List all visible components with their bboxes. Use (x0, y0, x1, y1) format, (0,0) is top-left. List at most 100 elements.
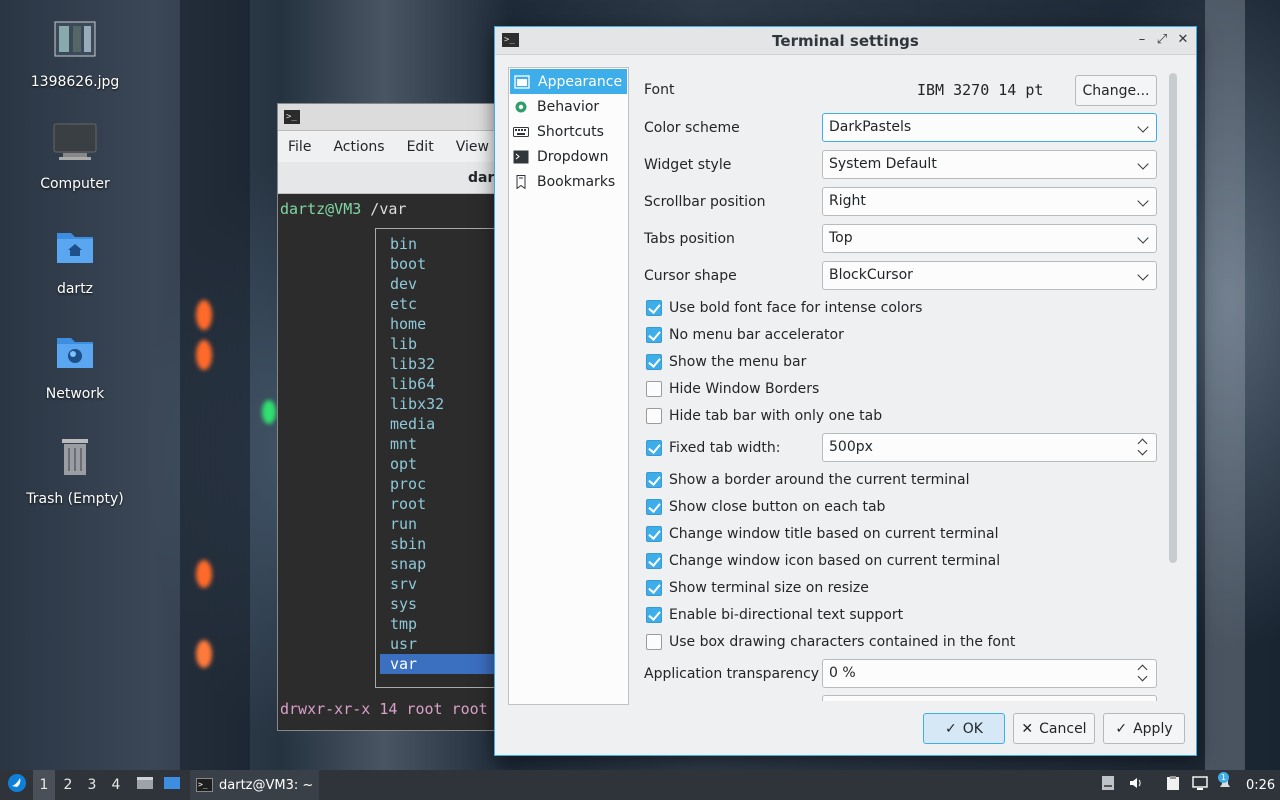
checkbox-box[interactable] (646, 526, 662, 542)
checkbox-box[interactable] (646, 472, 662, 488)
menu-edit[interactable]: Edit (407, 139, 434, 155)
completion-item[interactable]: boot (376, 254, 506, 274)
dialog-titlebar[interactable]: >_ Terminal settings – ⤢ ✕ (495, 27, 1196, 55)
chevron-down-icon[interactable] (1137, 445, 1148, 456)
desktop-icon-trash[interactable]: Trash (Empty) (15, 437, 135, 507)
minimize-icon[interactable]: – (1133, 31, 1151, 49)
tray-clipboard[interactable] (1163, 770, 1183, 800)
completion-item[interactable]: etc (376, 294, 506, 314)
checkbox-box[interactable] (646, 408, 662, 424)
completion-item[interactable]: srv (376, 574, 506, 594)
checkbox-box-drawing[interactable]: Use box drawing characters contained in … (646, 632, 1015, 652)
terminal-titlebar[interactable]: >_ (278, 104, 506, 131)
completion-item[interactable]: opt (376, 454, 506, 474)
completion-item[interactable]: sys (376, 594, 506, 614)
desktop-icon-home[interactable]: dartz (15, 227, 135, 297)
cursor-shape-select[interactable]: BlockCursor (822, 261, 1157, 290)
completion-item[interactable]: proc (376, 474, 506, 494)
cancel-button[interactable]: ✕ Cancel (1013, 713, 1095, 744)
tray-notifications[interactable]: 1 (1214, 770, 1236, 800)
tray-display[interactable] (1190, 770, 1210, 800)
workspace-1[interactable]: 1 (33, 770, 55, 800)
apply-button[interactable]: ✓ Apply (1103, 713, 1185, 744)
tray-volume[interactable] (1126, 770, 1146, 800)
checkbox-no-menu-accelerator[interactable]: No menu bar accelerator (646, 325, 844, 345)
checkbox-bold-intense[interactable]: Use bold font face for intense colors (646, 298, 922, 318)
terminal-output[interactable]: dartz@VM3 /var bin boot dev etc home lib lib32… (278, 194, 506, 729)
checkbox-box[interactable] (646, 327, 662, 343)
sidebar-item-behavior[interactable]: Behavior (509, 94, 628, 119)
completion-item[interactable]: bin (376, 234, 506, 254)
workspace-4[interactable]: 4 (105, 770, 127, 800)
ok-button[interactable]: ✓ OK (923, 713, 1005, 744)
completion-item[interactable]: libx32 (376, 394, 506, 414)
sidebar-item-appearance[interactable]: Appearance (510, 69, 627, 94)
checkbox-terminal-size-resize[interactable]: Show terminal size on resize (646, 578, 869, 598)
checkbox-hide-tab-bar[interactable]: Hide tab bar with only one tab (646, 406, 882, 426)
desktop-icon-image[interactable]: 1398626.jpg (15, 20, 135, 90)
completion-item[interactable]: sbin (376, 534, 506, 554)
completion-item[interactable]: usr (376, 634, 506, 654)
terminal-window[interactable]: >_ File Actions Edit View dartz dartz@VM… (277, 103, 509, 731)
workspace-2[interactable]: 2 (57, 770, 79, 800)
completion-item[interactable]: var (380, 654, 506, 674)
completion-item[interactable]: root (376, 494, 506, 514)
terminal-settings-dialog[interactable]: >_ Terminal settings – ⤢ ✕ Appearance Be… (494, 26, 1197, 756)
scrollbar-position-select[interactable]: Right (822, 187, 1157, 216)
maximize-icon[interactable]: ⤢ (1153, 31, 1171, 49)
checkbox-change-window-title[interactable]: Change window title based on current ter… (646, 524, 998, 544)
file-manager-launcher[interactable] (134, 770, 156, 800)
taskbar-task-terminal[interactable]: >_ dartz@VM3: ~ (190, 770, 320, 800)
completion-list[interactable]: bin boot dev etc home lib lib32 lib64 libx32 medi… (375, 228, 506, 688)
sidebar-item-bookmarks[interactable]: Bookmarks (509, 169, 628, 194)
checkbox-box[interactable] (646, 381, 662, 397)
checkbox-box[interactable] (646, 634, 662, 650)
checkbox-box[interactable] (646, 499, 662, 515)
menu-file[interactable]: File (288, 139, 311, 155)
completion-item[interactable]: lib64 (376, 374, 506, 394)
settings-scrollbar[interactable] (1169, 73, 1177, 563)
menu-actions[interactable]: Actions (333, 139, 384, 155)
workspace-3[interactable]: 3 (81, 770, 103, 800)
next-spinbox-partial[interactable] (822, 695, 1157, 701)
completion-item[interactable]: tmp (376, 614, 506, 634)
checkbox-box[interactable] (646, 354, 662, 370)
start-menu-button[interactable] (4, 770, 30, 800)
menu-view[interactable]: View (456, 139, 489, 155)
checkbox-box[interactable] (646, 300, 662, 316)
checkbox-box[interactable] (646, 440, 662, 456)
show-desktop-launcher[interactable] (161, 770, 183, 800)
checkbox-bidi-text[interactable]: Enable bi-directional text support (646, 605, 903, 625)
completion-item[interactable]: home (376, 314, 506, 334)
checkbox-close-button-tab[interactable]: Show close button on each tab (646, 497, 885, 517)
color-scheme-select[interactable]: DarkPastels (822, 113, 1157, 142)
desktop-icon-network[interactable]: Network (15, 332, 135, 402)
sidebar-item-dropdown[interactable]: Dropdown (509, 144, 628, 169)
completion-item[interactable]: snap (376, 554, 506, 574)
clock[interactable]: 0:26 (1246, 770, 1275, 800)
checkbox-fixed-tab-width[interactable]: Fixed tab width: (646, 438, 780, 458)
sidebar-item-shortcuts[interactable]: Shortcuts (509, 119, 628, 144)
completion-item[interactable]: lib (376, 334, 506, 354)
chevron-down-icon[interactable] (1137, 671, 1148, 682)
completion-item[interactable]: dev (376, 274, 506, 294)
completion-item[interactable]: lib32 (376, 354, 506, 374)
terminal-tab[interactable]: dartz (278, 162, 509, 194)
change-font-button[interactable]: Change... (1075, 75, 1157, 106)
tabs-position-select[interactable]: Top (822, 224, 1157, 253)
widget-style-select[interactable]: System Default (822, 150, 1157, 179)
app-transparency-spinbox[interactable]: 0 % (822, 659, 1157, 688)
checkbox-border-current-terminal[interactable]: Show a border around the current termina… (646, 470, 969, 490)
completion-item[interactable]: run (376, 514, 506, 534)
checkbox-change-window-icon[interactable]: Change window icon based on current term… (646, 551, 1000, 571)
checkbox-box[interactable] (646, 553, 662, 569)
desktop-icon-computer[interactable]: Computer (15, 122, 135, 192)
checkbox-box[interactable] (646, 607, 662, 623)
checkbox-box[interactable] (646, 580, 662, 596)
close-icon[interactable]: ✕ (1174, 31, 1192, 49)
checkbox-hide-window-borders[interactable]: Hide Window Borders (646, 379, 819, 399)
checkbox-show-menu-bar[interactable]: Show the menu bar (646, 352, 806, 372)
completion-item[interactable]: mnt (376, 434, 506, 454)
tray-removable-media[interactable] (1098, 770, 1118, 800)
completion-item[interactable]: media (376, 414, 506, 434)
